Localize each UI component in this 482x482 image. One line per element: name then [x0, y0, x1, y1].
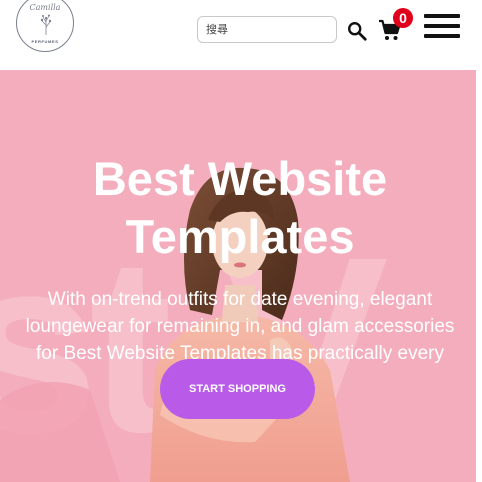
menu-bar: [424, 34, 460, 38]
start-shopping-button[interactable]: START SHOPPING: [160, 359, 315, 419]
hamburger-menu-icon[interactable]: [424, 14, 460, 38]
logo-subtitle: PERFUMES: [31, 39, 59, 44]
search-icon[interactable]: [346, 20, 368, 42]
scrollbar-gutter: [476, 70, 482, 482]
hero-banner: st V Best Website Template: [0, 70, 482, 482]
logo-name: Camilla: [29, 3, 61, 12]
brand-logo[interactable]: Camilla PERFUMES: [16, 0, 74, 52]
hero-model-image: [0, 167, 350, 482]
search-input[interactable]: [197, 16, 337, 43]
site-header: Camilla PERFUMES 0: [0, 0, 482, 70]
flower-icon: [40, 14, 52, 35]
hero-title: Best Website Templates: [92, 152, 388, 263]
cart-count-badge: 0: [393, 8, 413, 28]
menu-bar: [424, 14, 460, 18]
menu-bar: [424, 24, 460, 28]
